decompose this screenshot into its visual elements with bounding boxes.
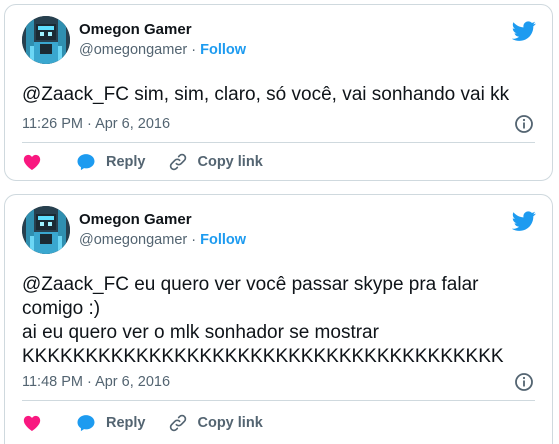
reply-button[interactable]: Reply — [76, 152, 146, 172]
author-handle[interactable]: @omegongamer — [79, 232, 187, 248]
heart-icon — [23, 154, 41, 170]
link-icon — [169, 414, 186, 432]
avatar-image — [22, 206, 70, 254]
author-handle-line: @omegongamer · Follow — [79, 42, 246, 58]
tweet-card: Omegon Gamer @omegongamer · Follow @Zaac… — [4, 4, 553, 181]
like-button[interactable] — [22, 152, 42, 172]
copy-link-label: Copy link — [197, 415, 263, 431]
info-icon[interactable] — [514, 372, 534, 392]
follow-button[interactable]: Follow — [200, 42, 246, 58]
divider — [22, 142, 535, 143]
timestamp[interactable]: 11:26 PM · Apr 6, 2016 — [22, 116, 170, 132]
follow-button[interactable]: Follow — [200, 232, 246, 248]
reply-label: Reply — [106, 415, 146, 431]
separator-dot: · — [191, 232, 197, 248]
tweet-text: @Zaack_FC eu quero ver você passar skype… — [22, 274, 504, 367]
tweet-text: @Zaack_FC sim, sim, claro, só você, vai … — [22, 84, 510, 105]
tweet-actions: Reply Copy link — [22, 149, 535, 175]
speech-bubble-icon — [77, 154, 95, 171]
copy-link-button[interactable]: Copy link — [168, 413, 263, 433]
author-name[interactable]: Omegon Gamer — [79, 211, 192, 228]
copy-link-label: Copy link — [197, 154, 263, 170]
link-icon — [169, 153, 186, 171]
like-button[interactable] — [22, 413, 42, 433]
separator-dot: · — [191, 42, 197, 58]
reply-label: Reply — [106, 154, 146, 170]
speech-bubble-icon — [77, 415, 95, 432]
tweet-actions: Reply Copy link — [22, 410, 535, 436]
reply-button[interactable]: Reply — [76, 413, 146, 433]
heart-icon — [23, 415, 41, 431]
divider — [22, 400, 535, 401]
twitter-bird-icon[interactable] — [512, 209, 536, 233]
avatar[interactable] — [22, 16, 70, 64]
author-handle-line: @omegongamer · Follow — [79, 232, 246, 248]
timestamp[interactable]: 11:48 PM · Apr 6, 2016 — [22, 374, 170, 390]
copy-link-button[interactable]: Copy link — [168, 152, 263, 172]
avatar-image — [22, 16, 70, 64]
twitter-bird-icon[interactable] — [512, 19, 536, 43]
avatar[interactable] — [22, 206, 70, 254]
author-name[interactable]: Omegon Gamer — [79, 21, 192, 38]
info-icon[interactable] — [514, 114, 534, 134]
tweet-card: Omegon Gamer @omegongamer · Follow @Zaac… — [4, 194, 553, 444]
author-handle[interactable]: @omegongamer — [79, 42, 187, 58]
